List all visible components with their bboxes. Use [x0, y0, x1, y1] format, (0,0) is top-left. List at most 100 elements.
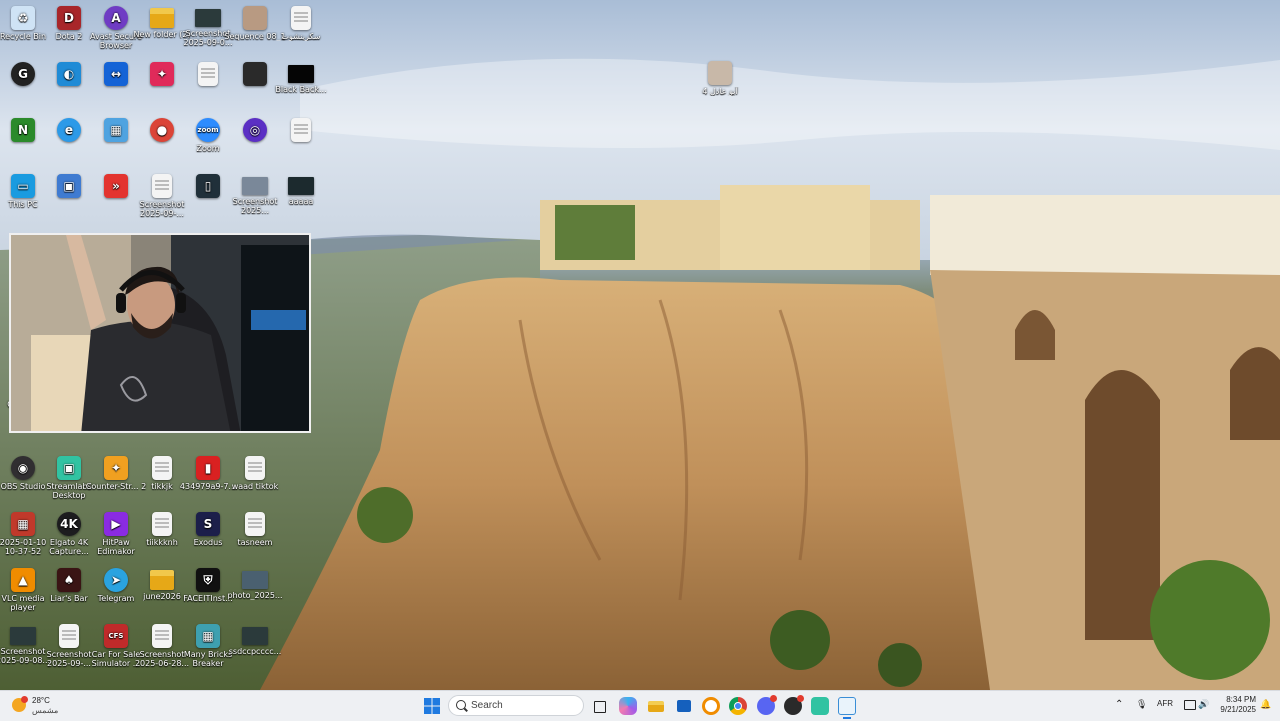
app-icon: N — [11, 118, 35, 142]
notification-bell-icon[interactable]: 🔔 — [1260, 699, 1271, 710]
app-icon: CFS — [104, 624, 128, 648]
network-icon[interactable] — [1184, 700, 1196, 710]
task-view-icon — [594, 701, 606, 713]
store-taskbar-button[interactable] — [675, 697, 693, 715]
app-icon: » — [104, 174, 128, 198]
taskbar: 28°C مشمس Search ⌃ 🎙 AFR 🔊 8:34 PM 9/21/… — [0, 690, 1280, 721]
desktop-icon-label: photo_2025... — [227, 591, 283, 600]
app-icon — [245, 456, 265, 480]
desktop-icon[interactable]: tasneem — [223, 508, 287, 564]
app-icon — [288, 65, 314, 83]
app-icon: 4K — [57, 512, 81, 536]
start-button[interactable] — [423, 697, 441, 715]
taskbar-search-box[interactable]: Search — [448, 695, 584, 716]
desktop-icon[interactable] — [269, 114, 333, 170]
desktop[interactable]: ♻ Recycle Bin D Dota 2 A Avast Secure Browser… — [0, 0, 1280, 690]
input-language[interactable]: AFR — [1157, 699, 1173, 708]
app-icon: ▲ — [11, 568, 35, 592]
avast-taskbar-button[interactable] — [702, 697, 720, 715]
desktop-icon-label: سكرينشوت — [281, 32, 321, 41]
app-icon: ▣ — [57, 456, 81, 480]
volume-icon[interactable]: 🔊 — [1198, 699, 1209, 710]
notification-badge — [770, 695, 777, 702]
app-icon — [10, 627, 36, 645]
notification-badge — [797, 695, 804, 702]
app-icon: ◉ — [11, 456, 35, 480]
app-icon: ✦ — [150, 62, 174, 86]
app-icon: ✦ — [104, 456, 128, 480]
app-icon — [242, 627, 268, 645]
icon-glyph: CFS — [108, 631, 124, 640]
active-indicator — [843, 717, 851, 719]
store-icon — [677, 700, 691, 712]
app-icon: ▶ — [104, 512, 128, 536]
app-icon: ▯ — [196, 174, 220, 198]
weather-widget[interactable]: 28°C مشمس — [10, 695, 80, 717]
desktop-icon[interactable]: ssdccpcccc... — [223, 620, 287, 676]
app-icon: ▭ — [11, 174, 35, 198]
weather-desc: مشمس — [32, 706, 59, 715]
app-icon: D — [57, 6, 81, 30]
app-icon: zoom — [196, 118, 220, 142]
icon-glyph: ▶ — [111, 516, 121, 531]
icon-glyph: ▮ — [204, 460, 212, 475]
icon-glyph: ♻ — [17, 10, 29, 25]
icon-glyph: ♠ — [63, 572, 75, 587]
icon-glyph: ▣ — [63, 178, 75, 193]
icon-glyph: ▦ — [110, 122, 122, 137]
icon-glyph: ◐ — [63, 66, 75, 81]
app-icon: ➤ — [104, 568, 128, 592]
task-view-button[interactable] — [591, 697, 609, 715]
icon-glyph: G — [18, 66, 28, 81]
icon-glyph: N — [17, 122, 29, 137]
desktop-icon[interactable]: photo_2025... — [223, 564, 287, 620]
icon-glyph: ↔ — [110, 66, 122, 81]
icon-glyph: 4K — [60, 516, 78, 531]
app-icon — [245, 512, 265, 536]
app-icon — [150, 8, 174, 28]
icon-glyph: ▦ — [202, 628, 214, 643]
app-icon: ◐ — [57, 62, 81, 86]
icon-glyph: ➤ — [110, 572, 122, 587]
chrome-taskbar-button[interactable] — [729, 697, 747, 715]
app-icon: ▮ — [196, 456, 220, 480]
app-icon — [195, 9, 221, 27]
app-icon: ● — [150, 118, 174, 142]
discord-taskbar-button[interactable] — [757, 695, 777, 715]
app-icon — [198, 62, 218, 86]
notepad-taskbar-button[interactable] — [838, 697, 856, 719]
app-icon: ▦ — [104, 118, 128, 142]
copilot-taskbar-button[interactable] — [619, 697, 637, 715]
desktop-icon[interactable]: Black Back... — [269, 58, 333, 114]
icon-glyph: S — [203, 516, 213, 531]
microphone-icon[interactable]: 🎙 — [1136, 699, 1147, 710]
icon-glyph: ▯ — [204, 178, 212, 193]
icon-glyph: ▲ — [18, 572, 28, 587]
desktop-icon[interactable]: aaaaa — [269, 170, 333, 226]
search-icon-handle — [464, 707, 468, 712]
desktop-icon[interactable]: waad tiktok — [223, 452, 287, 508]
icon-glyph: ▭ — [17, 178, 29, 193]
icon-glyph: » — [112, 178, 120, 193]
show-hidden-icons-chevron[interactable]: ⌃ — [1115, 699, 1123, 710]
file-explorer-taskbar-button[interactable] — [647, 697, 665, 715]
streamlabs-taskbar-button[interactable] — [811, 697, 829, 715]
desktop-icon-label: Black Back... — [275, 85, 327, 94]
desktop-icon[interactable]: سكرينشوت — [269, 2, 333, 58]
app-icon: e — [57, 118, 81, 142]
search-placeholder: Search — [471, 700, 503, 711]
app-icon — [152, 174, 172, 198]
desktop-icon[interactable]: أبو عادل 4 — [688, 57, 752, 113]
clock[interactable]: 8:34 PM 9/21/2025 — [1212, 695, 1256, 715]
webcam-overlay — [9, 233, 311, 433]
app-icon — [243, 62, 267, 86]
obs-taskbar-button[interactable] — [784, 695, 804, 715]
icon-glyph: ● — [156, 122, 168, 137]
app-icon — [291, 6, 311, 30]
app-icon: A — [104, 6, 128, 30]
app-icon — [242, 177, 268, 195]
desktop-icon-label: ssdccpcccc... — [228, 647, 282, 656]
app-icon — [291, 118, 311, 142]
app-icon: ♠ — [57, 568, 81, 592]
icon-glyph: e — [64, 122, 74, 137]
